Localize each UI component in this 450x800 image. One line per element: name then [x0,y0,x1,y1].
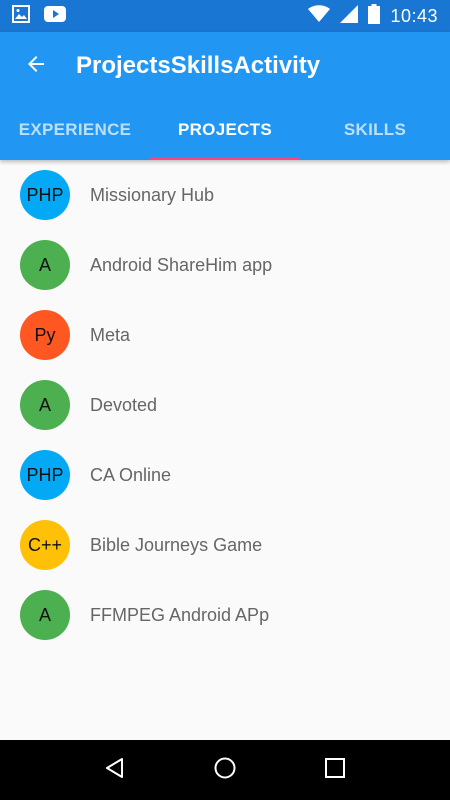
avatar-badge: Py [34,324,56,345]
avatar: Py [20,310,70,360]
avatar: C++ [20,520,70,570]
tab-projects[interactable]: PROJECTS [150,100,300,160]
list-item[interactable]: A Devoted [0,370,450,440]
app-bar: ProjectsSkillsActivity EXPERIENCE PROJEC… [0,32,450,160]
avatar: A [20,380,70,430]
page-title: ProjectsSkillsActivity [76,52,321,79]
avatar-badge: A [38,254,51,275]
project-name: Meta [90,324,131,345]
wifi-icon [308,4,331,28]
home-circle-icon [213,756,237,785]
list-item[interactable]: C++ Bible Journeys Game [0,510,450,580]
project-name: Devoted [90,394,158,415]
list-item[interactable]: PHP Missionary Hub [0,160,450,230]
list-item[interactable]: A Android ShareHim app [0,230,450,300]
nav-home-button[interactable] [195,740,255,800]
list-item[interactable]: Py Meta [0,300,450,370]
battery-icon [368,3,381,29]
back-triangle-icon [103,756,127,785]
avatar: A [20,240,70,290]
arrow-back-icon [24,52,48,81]
project-name: CA Online [90,464,172,485]
nav-recents-button[interactable] [305,740,365,800]
recents-square-icon [324,757,346,784]
tab-skills[interactable]: SKILLS [300,100,450,160]
nav-back-button[interactable] [85,740,145,800]
signal-icon [340,4,359,28]
project-name: Android ShareHim app [90,254,273,275]
list-item[interactable]: PHP CA Online [0,440,450,510]
tab-label: EXPERIENCE [18,120,132,139]
project-name: Bible Journeys Game [90,534,263,555]
avatar: PHP [20,450,70,500]
avatar-badge: PHP [26,464,64,485]
avatar-badge: A [38,394,51,415]
projects-list: PHP Missionary Hub A Android ShareHim ap… [0,160,450,650]
avatar: PHP [20,170,70,220]
avatar-badge: PHP [26,184,64,205]
tab-bar: EXPERIENCE PROJECTS SKILLS [0,100,450,160]
avatar: A [20,590,70,640]
status-time: 10:43 [390,5,438,26]
tab-label: PROJECTS [177,120,273,139]
system-nav-bar [0,740,450,800]
toolbar: ProjectsSkillsActivity [0,32,450,100]
avatar-badge: A [38,604,51,625]
avatar-badge: C++ [27,534,63,555]
back-button[interactable] [0,32,72,100]
gallery-icon [12,4,30,28]
tab-label: SKILLS [343,120,407,139]
tab-experience[interactable]: EXPERIENCE [0,100,150,160]
list-item[interactable]: A FFMPEG Android APp [0,580,450,650]
status-bar: 10:43 [0,0,450,32]
youtube-icon [44,5,66,27]
project-name: FFMPEG Android APp [90,604,270,625]
project-name: Missionary Hub [90,184,215,205]
